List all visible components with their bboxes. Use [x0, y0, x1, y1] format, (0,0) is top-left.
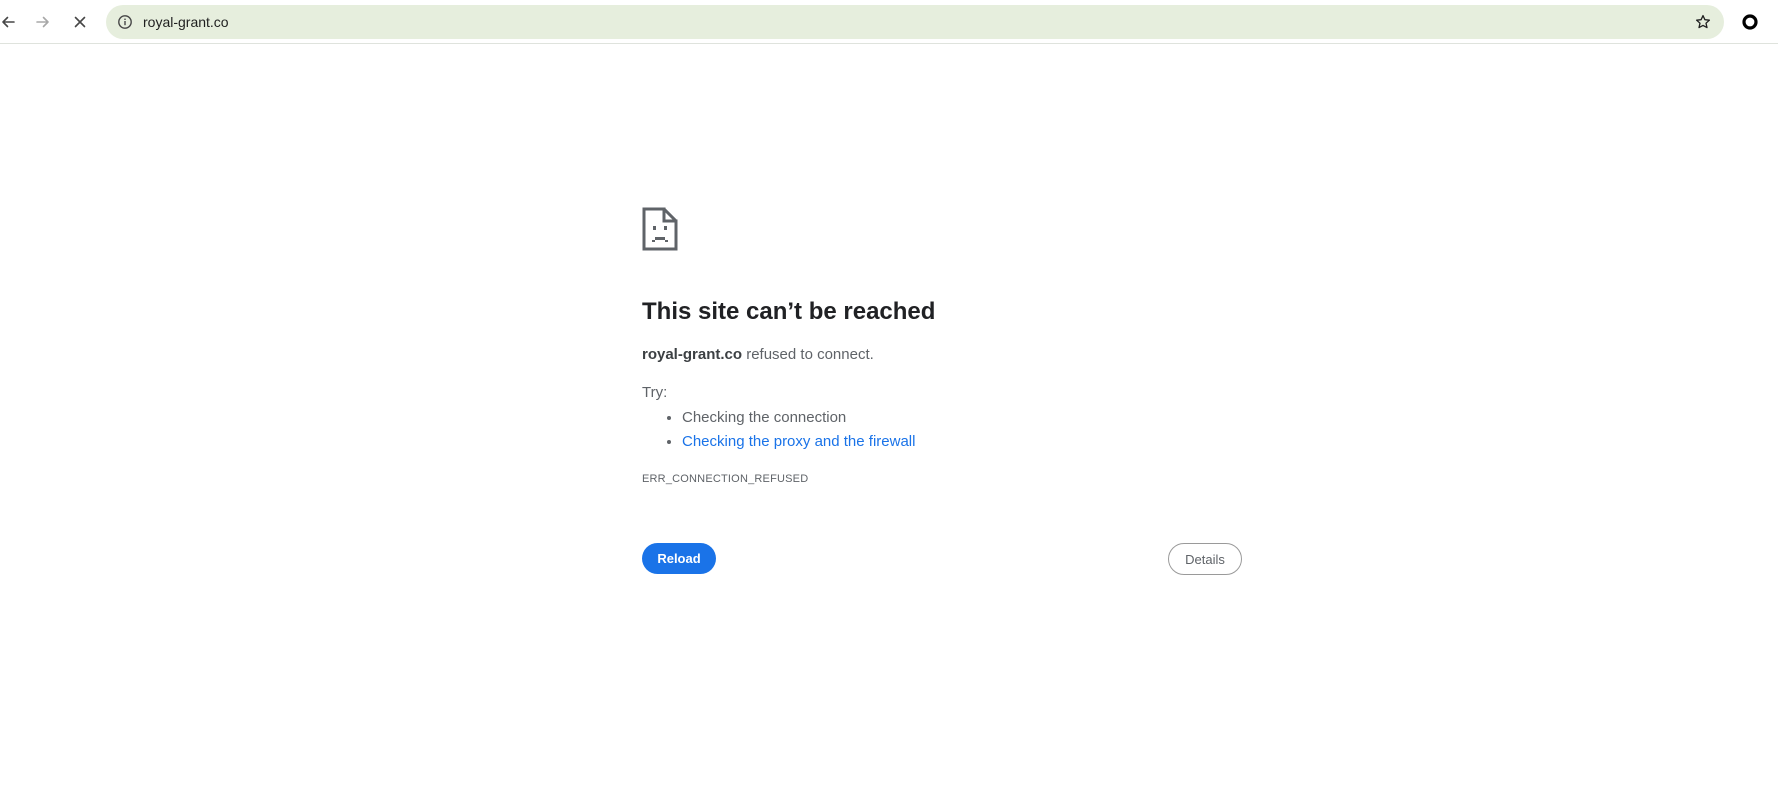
- star-icon: [1695, 14, 1711, 29]
- suggestion-proxy-firewall-link[interactable]: Checking the proxy and the firewall: [682, 433, 915, 450]
- details-button[interactable]: Details: [1168, 543, 1242, 575]
- stop-loading-button[interactable]: [64, 6, 96, 38]
- error-code: ERR_CONNECTION_REFUSED: [642, 473, 809, 485]
- extension-button[interactable]: [1735, 7, 1765, 37]
- site-info-button[interactable]: [113, 10, 137, 34]
- suggestion-check-connection: Checking the connection: [682, 409, 847, 426]
- browser-toolbar: royal-grant.co: [0, 0, 1778, 44]
- error-host: royal-grant.co: [642, 346, 743, 363]
- back-button[interactable]: [0, 6, 24, 38]
- url-text[interactable]: royal-grant.co: [143, 14, 229, 30]
- suggestions-list: Checking the connection Checking the pro…: [642, 406, 915, 454]
- address-bar[interactable]: royal-grant.co: [106, 5, 1724, 39]
- suggestion-item: Checking the connection: [682, 406, 915, 430]
- reload-button[interactable]: Reload: [642, 543, 716, 574]
- forward-arrow-icon: [36, 16, 49, 28]
- error-summary: royal-grant.co refused to connect.: [642, 345, 874, 365]
- bookmark-button[interactable]: [1690, 9, 1716, 35]
- forward-button[interactable]: [27, 6, 59, 38]
- back-arrow-icon: [2, 16, 15, 28]
- error-summary-text: refused to connect.: [742, 346, 874, 363]
- info-icon: [118, 15, 132, 29]
- sad-page-icon: [642, 207, 678, 251]
- suggestion-item: Checking the proxy and the firewall: [682, 430, 915, 454]
- close-icon: [74, 16, 86, 28]
- circle-icon: [1742, 14, 1758, 30]
- try-label: Try:: [642, 384, 668, 401]
- error-headline: This site can’t be reached: [642, 298, 936, 325]
